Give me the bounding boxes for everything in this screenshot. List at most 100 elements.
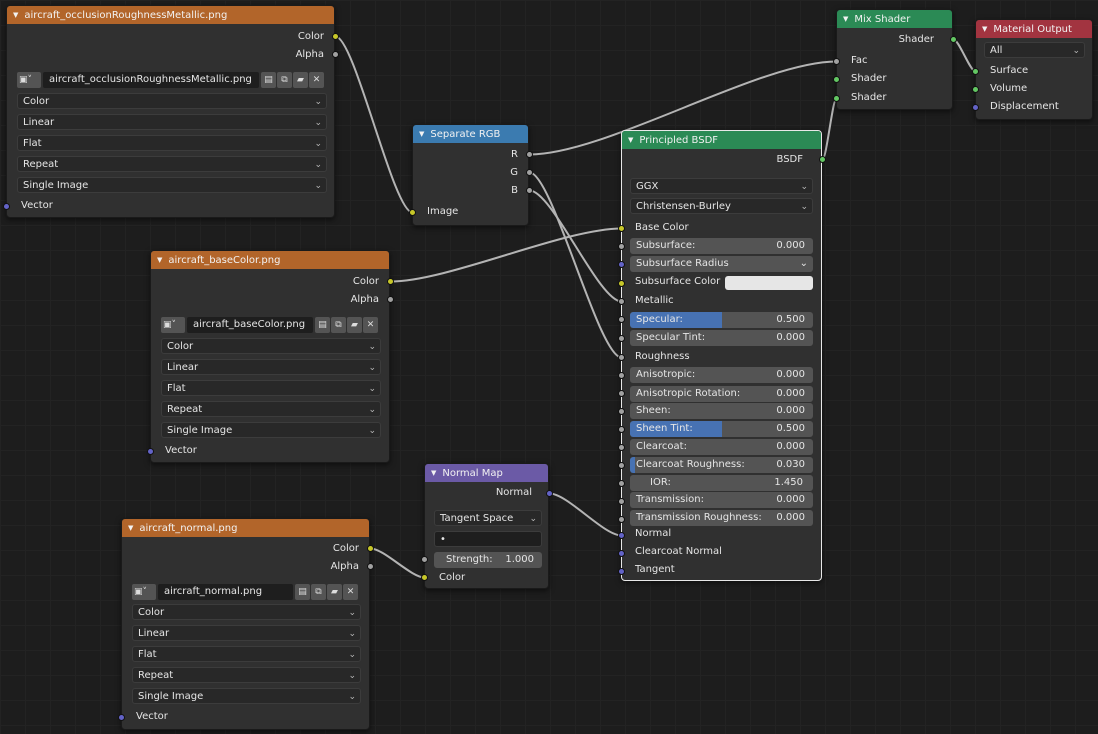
open-folder-icon[interactable]: ▰ [293,72,308,88]
input-socket-subsurface[interactable] [618,243,625,250]
color-space-dropdown[interactable]: Color ⌄ [17,93,327,109]
transmission-field[interactable]: Transmission: 0.000 [630,492,813,508]
input-socket-displacement[interactable] [972,104,979,111]
input-socket-color[interactable] [421,574,428,581]
subsurface-method-dropdown[interactable]: Christensen-Burley ⌄ [630,198,813,214]
output-socket-color[interactable] [367,545,374,552]
output-socket-alpha[interactable] [367,563,374,570]
node-header[interactable]: ▼ Principled BSDF [622,131,821,149]
normal-map-node[interactable]: ▼ Normal Map Normal Tangent Space ⌄ • Stre… [421,463,553,589]
new-image-icon[interactable]: ▤ [261,72,276,88]
anisotropic-field[interactable]: Anisotropic: 0.000 [630,367,813,383]
source-dropdown[interactable]: Single Image ⌄ [161,422,381,438]
image-texture-node-basecolor[interactable]: ▼ aircraft_baseColor.png Color Alpha ▣˅ a… [147,250,394,463]
projection-dropdown[interactable]: Flat ⌄ [132,646,361,662]
image-name-field[interactable]: aircraft_baseColor.png [187,317,313,333]
duplicate-image-icon[interactable]: ⧉ [311,584,326,600]
input-socket-clearcoat-roughness[interactable] [618,462,625,469]
image-browse-icon[interactable]: ▣˅ [161,317,185,333]
input-socket-anisotropic[interactable] [618,372,625,379]
input-socket-metallic[interactable] [618,298,625,305]
input-socket-transmission-roughness[interactable] [618,516,625,523]
link-mix-to-output[interactable] [953,38,976,73]
collapse-arrow-icon[interactable]: ▼ [982,20,987,38]
input-socket-volume[interactable] [972,86,979,93]
strength-field[interactable]: Strength: 1.000 [434,552,542,568]
source-dropdown[interactable]: Single Image ⌄ [132,688,361,704]
input-socket-roughness[interactable] [618,354,625,361]
material-output-node[interactable]: ▼ Material Output All ⌄ Surface Volume Dis… [972,19,1093,120]
output-socket-r[interactable] [526,151,533,158]
subsurface-radius-dropdown[interactable]: Subsurface Radius ⌄ [630,256,813,272]
clearcoat-roughness-slider[interactable]: Clearcoat Roughness: 0.030 [630,457,813,473]
mix-shader-node[interactable]: ▼ Mix Shader Shader Fac Shader Shader [833,9,957,110]
extension-dropdown[interactable]: Repeat ⌄ [161,401,381,417]
interpolation-dropdown[interactable]: Linear ⌄ [161,359,381,375]
collapse-arrow-icon[interactable]: ▼ [843,10,848,28]
input-socket-shader-2[interactable] [833,95,840,102]
image-browse-icon[interactable]: ▣˅ [17,72,41,88]
input-socket-transmission[interactable] [618,498,625,505]
new-image-icon[interactable]: ▤ [295,584,310,600]
new-image-icon[interactable]: ▤ [315,317,330,333]
output-socket-alpha[interactable] [332,51,339,58]
output-socket-color[interactable] [387,278,394,285]
node-header[interactable]: ▼ Mix Shader [837,10,952,28]
input-socket-ior[interactable] [618,480,625,487]
node-header[interactable]: ▼ aircraft_baseColor.png [151,251,389,269]
input-socket-shader-1[interactable] [833,76,840,83]
image-selector[interactable]: ▣˅ aircraft_occlusionRoughnessMetallic.p… [17,72,327,88]
source-dropdown[interactable]: Single Image ⌄ [17,177,327,193]
collapse-arrow-icon[interactable]: ▼ [431,464,436,482]
projection-dropdown[interactable]: Flat ⌄ [17,135,327,151]
input-socket-vector[interactable] [3,203,10,210]
image-texture-node-occlusion[interactable]: ▼ aircraft_occlusionRoughnessMetallic.png… [3,5,339,218]
close-icon[interactable]: ✕ [363,317,378,333]
link-b-to-metallic[interactable] [529,189,622,303]
input-socket-clearcoat-normal[interactable] [618,550,625,557]
subsurface-color-swatch[interactable] [725,276,813,290]
distribution-dropdown[interactable]: GGX ⌄ [630,178,813,194]
input-socket-specular[interactable] [618,316,625,323]
collapse-arrow-icon[interactable]: ▼ [13,6,18,24]
input-socket-sheen-tint[interactable] [618,426,625,433]
input-socket-subsurface-radius[interactable] [618,261,625,268]
projection-dropdown[interactable]: Flat ⌄ [161,380,381,396]
node-header[interactable]: ▼ Normal Map [425,464,548,482]
link-g-to-roughness[interactable] [529,171,622,359]
input-socket-vector[interactable] [147,448,154,455]
output-socket-bsdf[interactable] [819,156,826,163]
link-base-color[interactable] [390,227,622,283]
collapse-arrow-icon[interactable]: ▼ [157,251,162,269]
input-socket-specular-tint[interactable] [618,335,625,342]
color-space-dropdown[interactable]: Color ⌄ [161,338,381,354]
output-socket-alpha[interactable] [387,296,394,303]
specular-slider[interactable]: Specular: 0.500 [630,312,813,328]
input-socket-sheen[interactable] [618,408,625,415]
input-socket-clearcoat[interactable] [618,444,625,451]
output-socket-b[interactable] [526,187,533,194]
specular-tint-field[interactable]: Specular Tint: 0.000 [630,330,813,346]
clearcoat-field[interactable]: Clearcoat: 0.000 [630,439,813,455]
collapse-arrow-icon[interactable]: ▼ [628,131,633,149]
image-name-field[interactable]: aircraft_normal.png [158,584,293,600]
link-bsdf-to-mix[interactable] [821,97,838,161]
image-name-field[interactable]: aircraft_occlusionRoughnessMetallic.png [43,72,259,88]
sheen-field[interactable]: Sheen: 0.000 [630,403,813,419]
color-space-dropdown[interactable]: Color ⌄ [132,604,361,620]
input-socket-strength[interactable] [421,556,428,563]
node-header[interactable]: ▼ Separate RGB [413,125,528,143]
link-occlusion-to-separate[interactable] [335,35,413,214]
extension-dropdown[interactable]: Repeat ⌄ [132,667,361,683]
image-texture-node-normal[interactable]: ▼ aircraft_normal.png Color Alpha ▣˅ airc… [118,518,374,730]
close-icon[interactable]: ✕ [343,584,358,600]
input-socket-fac[interactable] [833,58,840,65]
input-socket-vector[interactable] [118,714,125,721]
output-socket-g[interactable] [526,169,533,176]
node-header[interactable]: ▼ aircraft_occlusionRoughnessMetallic.png [7,6,334,24]
output-socket-color[interactable] [332,33,339,40]
interpolation-dropdown[interactable]: Linear ⌄ [132,625,361,641]
anisotropic-rotation-field[interactable]: Anisotropic Rotation: 0.000 [630,386,813,402]
interpolation-dropdown[interactable]: Linear ⌄ [17,114,327,130]
node-header[interactable]: ▼ Material Output [976,20,1092,38]
